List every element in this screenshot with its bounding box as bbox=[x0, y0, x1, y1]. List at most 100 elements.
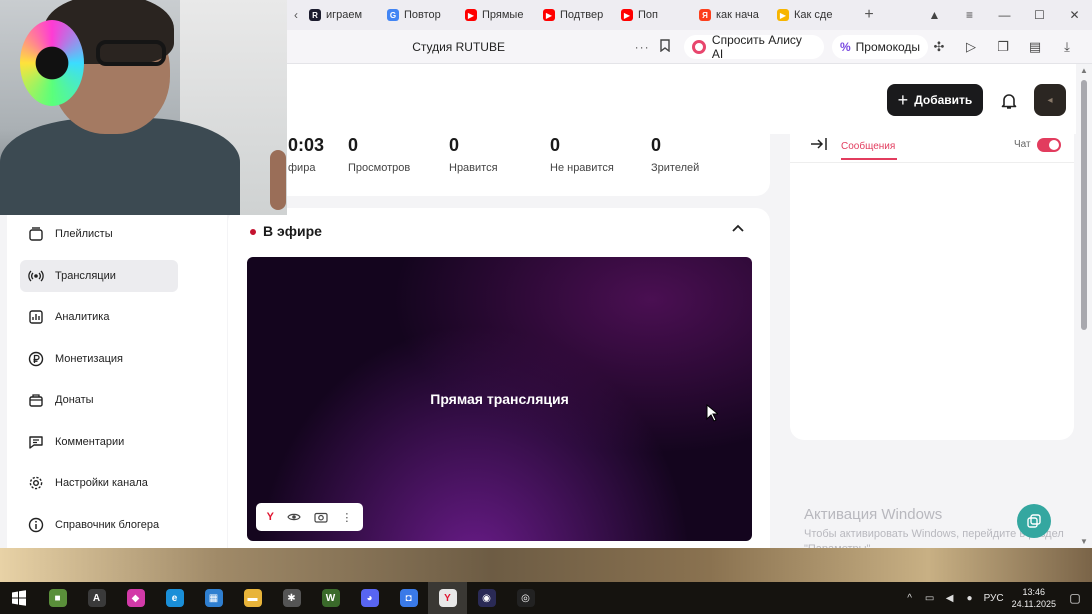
minimize-button[interactable]: — bbox=[987, 8, 1022, 22]
stat-label: фира bbox=[288, 162, 316, 174]
tab-bar: ‹ Rиграем G Повтор ▶ Прямые ▶ Подтвер ▶ Поп Якак … bbox=[287, 0, 1092, 30]
yandex-browser-icon: Y bbox=[438, 589, 457, 607]
browser-tab[interactable]: G Повтор bbox=[383, 0, 461, 30]
sidebar-item-donations[interactable]: Донаты bbox=[20, 384, 178, 416]
bookmark-icon[interactable] bbox=[654, 38, 676, 55]
close-window-button[interactable]: ✕ bbox=[1057, 8, 1092, 22]
stream-stats-card: 0:03 фира 0 Просмотров 0 Нравится 0 Не н… bbox=[270, 134, 770, 196]
menu-icon[interactable]: ≡ bbox=[952, 8, 987, 22]
download-icon[interactable]: ⤓ bbox=[1056, 39, 1078, 55]
sidebar-item-analytics[interactable]: Аналитика bbox=[20, 301, 178, 333]
window-controls: ▲ ≡ — ☐ ✕ bbox=[917, 0, 1092, 30]
chevron-up-icon[interactable]: ^ bbox=[904, 593, 916, 604]
notifications-icon[interactable]: ▢ bbox=[1064, 591, 1086, 605]
sidebar-item-channel-settings[interactable]: Настройки канала bbox=[20, 467, 178, 499]
player-toolbar: Y ⋮ bbox=[256, 503, 363, 531]
sidebar-item-label: Настройки канала bbox=[55, 477, 148, 489]
scroll-up-icon[interactable]: ▲ bbox=[1080, 66, 1088, 75]
taskbar-app[interactable]: ◘ bbox=[389, 582, 428, 614]
stat-label: Просмотров bbox=[348, 162, 411, 174]
browser-tab[interactable]: Rиграем bbox=[305, 0, 383, 30]
folder-icon: ▬ bbox=[243, 589, 262, 607]
more-vertical-icon[interactable]: ⋮ bbox=[341, 511, 352, 524]
extensions-icon[interactable]: ▲ bbox=[917, 8, 952, 22]
collapse-panel-icon[interactable] bbox=[810, 137, 828, 155]
avatar[interactable]: ◂ bbox=[1034, 84, 1066, 116]
ask-alice-button[interactable]: Спросить Алису AI bbox=[683, 33, 824, 61]
collections-icon[interactable]: ❐ bbox=[992, 39, 1014, 55]
add-button[interactable]: + Добавить bbox=[887, 84, 983, 116]
taskbar-app[interactable]: A bbox=[77, 582, 116, 614]
language-indicator[interactable]: РУС bbox=[984, 593, 1004, 604]
browser-tab[interactable]: ▶ Как сде bbox=[773, 0, 851, 30]
browser-tab[interactable]: ▶ Подтвер bbox=[539, 0, 617, 30]
sidebar-item-monetization[interactable]: Монетизация bbox=[20, 343, 178, 375]
microphone-icon[interactable]: ● bbox=[964, 593, 976, 604]
page-scrollbar[interactable]: ▲ ▼ bbox=[1076, 64, 1092, 548]
live-player[interactable]: Прямая трансляция Y ⋮ bbox=[247, 257, 752, 541]
sidebar-toggle-icon[interactable]: ▤ bbox=[1024, 39, 1046, 55]
tab-scroll-left-icon[interactable]: ‹ bbox=[287, 0, 305, 30]
page-title[interactable]: Студия RUTUBE bbox=[287, 40, 630, 54]
youtube-icon: ▶ bbox=[465, 9, 477, 21]
webcam-overlay bbox=[0, 0, 287, 215]
sidebar-item-broadcasts[interactable]: Трансляции bbox=[20, 260, 178, 292]
chevron-up-icon[interactable] bbox=[731, 222, 745, 239]
chat-toggle[interactable] bbox=[1037, 138, 1061, 152]
scroll-down-icon[interactable]: ▼ bbox=[1080, 537, 1088, 546]
mouse-cursor-icon bbox=[706, 403, 720, 425]
sidebar-item-playlists[interactable]: Плейлисты bbox=[20, 218, 178, 250]
taskbar-app[interactable]: ▬ bbox=[233, 582, 272, 614]
clock[interactable]: 13:46 24.11.2025 bbox=[1012, 586, 1056, 610]
chat-divider bbox=[790, 162, 1074, 163]
yandex-icon[interactable]: Y bbox=[267, 511, 274, 523]
media-icon[interactable]: ▷ bbox=[960, 39, 982, 55]
google-icon: G bbox=[387, 9, 399, 21]
studio-sidebar: Плейлисты Трансляции Аналитика Монетизац… bbox=[7, 214, 227, 548]
more-icon[interactable]: ··· bbox=[630, 40, 654, 54]
sidebar-item-comments[interactable]: Комментарии bbox=[20, 426, 178, 458]
taskbar-app[interactable]: Y bbox=[428, 582, 467, 614]
taskbar-app[interactable]: W bbox=[311, 582, 350, 614]
app-w-icon: W bbox=[321, 589, 340, 607]
ruble-icon bbox=[27, 350, 45, 368]
sidebar-item-label: Аналитика bbox=[55, 311, 110, 323]
taskbar-app[interactable]: ■ bbox=[38, 582, 77, 614]
browser-tab-label: Как сде bbox=[794, 9, 833, 21]
browser-tab[interactable]: ▶ Поп bbox=[617, 0, 695, 30]
alice-icon bbox=[691, 39, 706, 54]
puzzle-icon[interactable]: ✣ bbox=[928, 39, 950, 55]
browser-tab[interactable]: ▶ Прямые bbox=[461, 0, 539, 30]
taskbar-app[interactable]: ◕ bbox=[350, 582, 389, 614]
new-tab-button[interactable]: + bbox=[857, 3, 881, 27]
taskbar-app[interactable]: ▦ bbox=[194, 582, 233, 614]
taskbar-app[interactable]: e bbox=[155, 582, 194, 614]
sidebar-item-blogger-guide[interactable]: Справочник блогера bbox=[20, 509, 178, 541]
toolbar-icons: ✣ ▷ ❐ ▤ ⤓ bbox=[928, 39, 1092, 55]
tab-messages[interactable]: Сообщения bbox=[841, 141, 895, 152]
sidebar-item-label: Трансляции bbox=[55, 270, 116, 282]
sidebar-item-label: Справочник блогера bbox=[55, 519, 160, 531]
bell-icon[interactable] bbox=[996, 88, 1022, 114]
address-bar: Студия RUTUBE ··· Спросить Алису AI % Пр… bbox=[287, 30, 1092, 64]
taskbar-app[interactable]: ◉ bbox=[467, 582, 506, 614]
add-button-label: Добавить bbox=[914, 93, 973, 107]
taskbar-app[interactable]: ◆ bbox=[116, 582, 155, 614]
flame-icon: ◆ bbox=[126, 589, 145, 607]
windows-start-icon[interactable] bbox=[0, 582, 38, 614]
minecraft-icon: ■ bbox=[48, 589, 67, 607]
eye-icon[interactable] bbox=[287, 512, 301, 522]
taskbar-app[interactable]: ✱ bbox=[272, 582, 311, 614]
screenshot-icon[interactable] bbox=[314, 511, 328, 523]
network-icon[interactable]: ▭ bbox=[924, 593, 936, 604]
taskbar-app[interactable]: ◎ bbox=[506, 582, 545, 614]
spider-icon: ✱ bbox=[282, 589, 301, 607]
maximize-button[interactable]: ☐ bbox=[1022, 8, 1057, 22]
browser-tab[interactable]: Якак нача bbox=[695, 0, 773, 30]
live-indicator-icon bbox=[250, 229, 256, 235]
youtube-icon: ▶ bbox=[543, 9, 555, 21]
scrollbar-thumb[interactable] bbox=[1081, 80, 1087, 330]
support-chat-button[interactable] bbox=[1017, 504, 1051, 538]
promo-codes-button[interactable]: % Промокоды bbox=[832, 34, 928, 59]
volume-icon[interactable]: ◀ bbox=[944, 593, 956, 604]
